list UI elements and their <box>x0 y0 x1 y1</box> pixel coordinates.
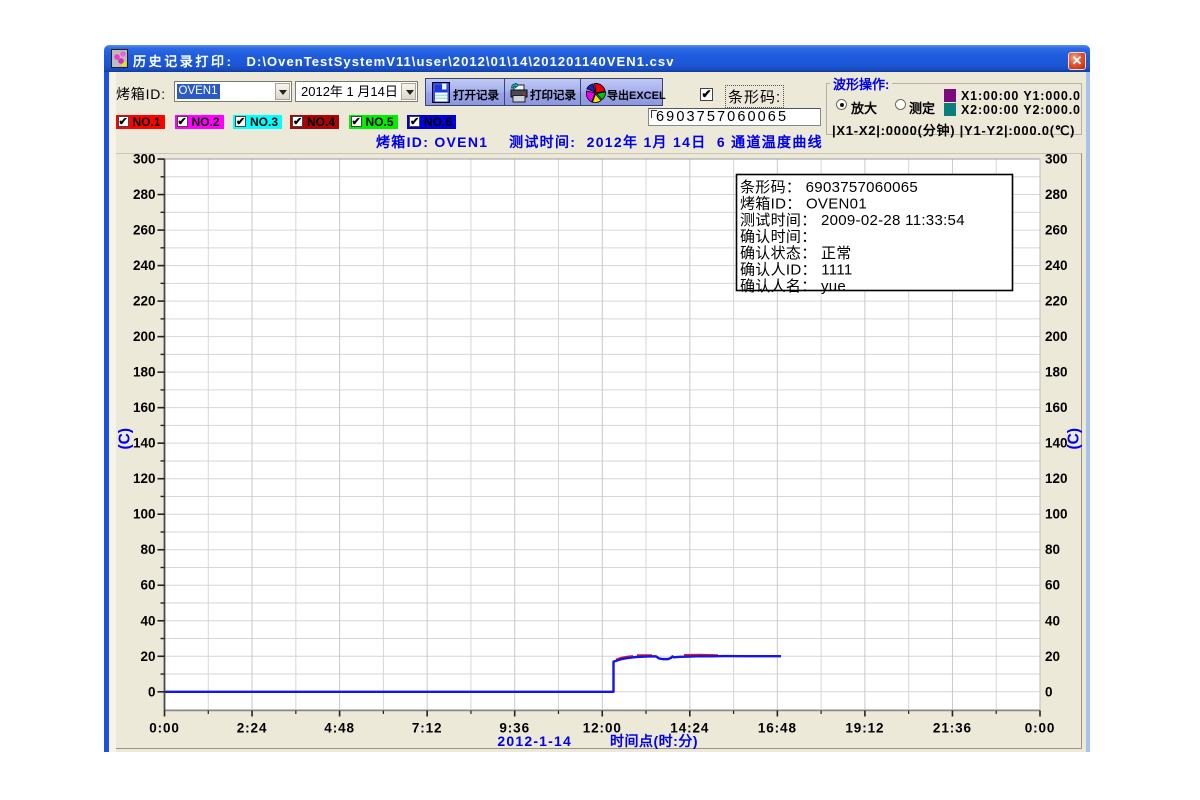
svg-text:220: 220 <box>1045 293 1068 308</box>
svg-text:确认人名： yue: 确认人名： yue <box>740 278 846 295</box>
svg-text:260: 260 <box>1045 222 1068 237</box>
svg-text:160: 160 <box>133 400 156 415</box>
svg-text:140: 140 <box>1045 435 1068 450</box>
svg-text:180: 180 <box>1045 364 1068 379</box>
svg-text:(C): (C) <box>117 427 134 449</box>
svg-text:240: 240 <box>1045 258 1068 273</box>
svg-text:160: 160 <box>1045 400 1068 415</box>
svg-text:2:24: 2:24 <box>237 720 268 735</box>
svg-text:21:36: 21:36 <box>933 720 972 735</box>
svg-text:40: 40 <box>1045 613 1060 628</box>
svg-text:4:48: 4:48 <box>324 720 355 735</box>
svg-text:(C): (C) <box>1066 427 1083 449</box>
svg-text:40: 40 <box>140 613 155 628</box>
svg-text:测试时间： 2009-02-28 11:33:54: 测试时间： 2009-02-28 11:33:54 <box>740 212 965 229</box>
svg-text:100: 100 <box>133 506 156 521</box>
svg-text:300: 300 <box>1045 153 1068 167</box>
svg-text:180: 180 <box>133 364 156 379</box>
svg-text:60: 60 <box>140 577 155 592</box>
svg-text:220: 220 <box>133 293 156 308</box>
svg-text:300: 300 <box>133 153 156 167</box>
svg-text:0: 0 <box>1045 684 1053 699</box>
svg-text:80: 80 <box>140 542 155 557</box>
svg-text:280: 280 <box>133 187 156 202</box>
svg-text:0: 0 <box>148 684 156 699</box>
svg-text:60: 60 <box>1045 577 1060 592</box>
svg-text:20: 20 <box>1045 648 1060 663</box>
svg-text:140: 140 <box>133 435 156 450</box>
svg-text:确认人ID： 1111: 确认人ID： 1111 <box>740 261 853 278</box>
svg-text:时间点(时:分): 时间点(时:分) <box>610 733 698 749</box>
svg-text:200: 200 <box>133 329 156 344</box>
svg-text:240: 240 <box>133 258 156 273</box>
svg-text:20: 20 <box>140 648 155 663</box>
svg-text:200: 200 <box>1045 329 1068 344</box>
svg-text:80: 80 <box>1045 542 1060 557</box>
svg-text:260: 260 <box>133 222 156 237</box>
svg-text:确认状态： 正常: 确认状态： 正常 <box>740 245 852 262</box>
svg-text:120: 120 <box>1045 471 1068 486</box>
svg-text:100: 100 <box>1045 506 1068 521</box>
svg-text:条形码： 6903757060065: 条形码： 6903757060065 <box>740 179 918 196</box>
svg-text:0:00: 0:00 <box>149 720 180 735</box>
svg-text:烤箱ID： OVEN01: 烤箱ID： OVEN01 <box>740 195 867 212</box>
svg-text:280: 280 <box>1045 187 1068 202</box>
svg-text:7:12: 7:12 <box>412 720 443 735</box>
svg-text:16:48: 16:48 <box>758 720 797 735</box>
svg-text:2012-1-14: 2012-1-14 <box>497 733 572 749</box>
svg-text:确认时间：: 确认时间： <box>740 228 817 245</box>
svg-text:120: 120 <box>133 471 156 486</box>
svg-text:19:12: 19:12 <box>845 720 884 735</box>
svg-text:0:00: 0:00 <box>1025 720 1056 735</box>
